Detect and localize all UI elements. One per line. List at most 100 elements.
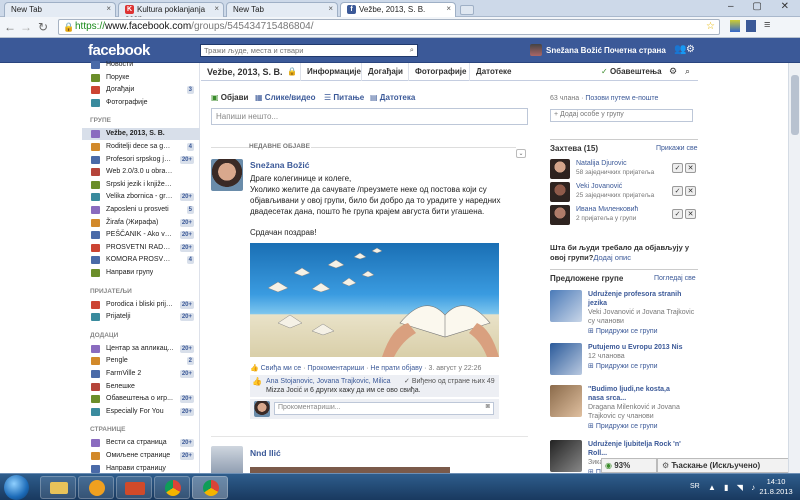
post-author-name[interactable]: Nnd Ilić	[250, 448, 281, 458]
sidebar-item[interactable]: Поруке	[82, 72, 200, 84]
chrome-taskbar-icon[interactable]	[154, 476, 190, 499]
request-avatar[interactable]	[550, 205, 570, 225]
friend-requests-icon[interactable]: 👥	[674, 44, 686, 55]
suggested-group-name[interactable]: Udruženje profesora stranih	[588, 290, 698, 299]
decline-button[interactable]: ✕	[685, 163, 696, 173]
show-all-link[interactable]: Прикажи све	[656, 145, 698, 152]
tray-icons[interactable]: ▲ ▮ ◥ ♪	[708, 483, 758, 492]
browser-tab[interactable]: KKultura poklanjanja ocen×	[118, 2, 224, 23]
tab-events[interactable]: Догађаји	[361, 63, 409, 81]
new-tab-button[interactable]	[460, 5, 474, 15]
facebook-logo[interactable]: facebook	[88, 42, 150, 59]
close-tab-icon[interactable]: ×	[106, 4, 111, 13]
sidebar-item[interactable]: Центар за апликац... 20+	[82, 343, 200, 355]
url-bar[interactable]: 🔒 https://www.facebook.com/groups/545434…	[58, 19, 720, 35]
sidebar-item[interactable]: Вести са страница 20+	[82, 437, 200, 449]
start-button[interactable]	[4, 475, 29, 500]
sidebar-item[interactable]: Profesori srpskog jez... 20+	[82, 154, 200, 166]
post-author-name[interactable]: Snežana Božić	[250, 160, 310, 170]
browser-tab[interactable]: New Tab ×	[226, 2, 338, 17]
tab-photos[interactable]: Фотографије	[408, 63, 472, 81]
like-link[interactable]: Свиђа ми се	[261, 365, 301, 372]
sidebar-item[interactable]: KOMORA PROSVETN... 4	[82, 254, 200, 266]
sidebar-item[interactable]: FarmVille 2 20+	[82, 368, 200, 380]
clock[interactable]: 14:10 21.8.2013	[756, 477, 796, 497]
request-avatar[interactable]	[550, 159, 570, 179]
sidebar-item[interactable]: Zaposleni u prosveti 5	[82, 204, 200, 216]
add-description-link[interactable]: Додај опис	[593, 253, 631, 262]
sidebar-item[interactable]: Догађаји 3	[82, 84, 200, 96]
forward-icon[interactable]: →	[20, 20, 32, 34]
chat-counter[interactable]: ◉ 93%	[601, 458, 657, 473]
approve-button[interactable]: ✓	[672, 209, 683, 219]
sidebar-item[interactable]: Направи групу	[82, 267, 200, 279]
unfollow-link[interactable]: Не прати објаву	[370, 365, 422, 372]
post-image[interactable]	[250, 243, 499, 357]
scrollbar[interactable]	[788, 63, 800, 473]
join-group-button[interactable]: ⊞ Придружи се групи	[588, 422, 698, 431]
sidebar-item[interactable]: Pengle 2	[82, 355, 200, 367]
tab-info[interactable]: Информације	[300, 63, 367, 81]
add-people-input[interactable]: + Додај особе у групу	[550, 109, 693, 122]
sidebar-item[interactable]: Фотографије	[82, 97, 200, 109]
decline-button[interactable]: ✕	[685, 209, 696, 219]
profile-link[interactable]: Snežana Božić	[546, 46, 602, 55]
sidebar-item[interactable]: Обавештења о игр... 20+	[82, 393, 200, 405]
post-timestamp[interactable]: 3. август у 22:26	[428, 365, 481, 372]
suggested-group-image[interactable]	[550, 385, 582, 417]
language-indicator[interactable]: SR	[690, 483, 700, 490]
suggested-group-image[interactable]	[550, 440, 582, 472]
browser-tab-active[interactable]: f Vežbe, 2013, S. B. ×	[340, 2, 456, 17]
request-name[interactable]: Natalija Djurovic	[576, 160, 627, 167]
suggested-group-name[interactable]: Udruženje ljubitelja Rock 'n'	[588, 440, 698, 449]
search-icon[interactable]: ⌕	[410, 45, 414, 55]
settings-icon[interactable]: ⚙	[686, 44, 695, 55]
back-icon[interactable]: ←	[4, 20, 16, 34]
sidebar-item[interactable]: Белешке	[82, 381, 200, 393]
browser-tab[interactable]: New Tab ×	[4, 2, 116, 17]
reload-icon[interactable]: ↻	[38, 20, 48, 34]
sidebar-item[interactable]: Roditelji dece sa gov... 4	[82, 141, 200, 153]
suggested-group-image[interactable]	[550, 290, 582, 322]
request-name[interactable]: Ивана Миленковић	[576, 206, 638, 213]
suggested-group-name[interactable]: Roll...	[588, 449, 698, 458]
notifications-button[interactable]: ✓ Обавештења	[601, 67, 662, 76]
sidebar-item[interactable]: Velika zbornica - gru... 20+	[82, 191, 200, 203]
approve-button[interactable]: ✓	[672, 186, 683, 196]
suggested-group-name[interactable]: jezika	[588, 299, 698, 308]
comment-link[interactable]: Прокоментариши	[307, 365, 364, 372]
invite-link[interactable]: Позови путем е-поште	[585, 95, 658, 102]
join-group-button[interactable]: ⊞ Придружи се групи	[588, 362, 698, 371]
app-taskbar-icon[interactable]	[78, 476, 114, 499]
avatar[interactable]	[530, 44, 542, 56]
decline-button[interactable]: ✕	[685, 186, 696, 196]
extension-icon[interactable]	[730, 20, 740, 32]
seen-by[interactable]: ✓ Виђено од стране њих 49	[404, 377, 495, 385]
post-author-avatar[interactable]	[211, 446, 243, 476]
group-title[interactable]: Vežbe, 2013, S. B.	[207, 67, 283, 77]
scrollbar-thumb[interactable]	[791, 75, 799, 135]
sidebar-item[interactable]: Новости	[82, 59, 200, 71]
sidebar-item[interactable]: Porodica i bliski prijat... 20+	[82, 299, 200, 311]
search-input[interactable]: Тражи људе, места и ствари ⌕	[200, 44, 418, 57]
sidebar-item[interactable]: PROSVETNI RADNIC... 20+	[82, 242, 200, 254]
gear-icon[interactable]: ⚙	[669, 66, 677, 77]
chevron-down-icon[interactable]: ⌄	[516, 149, 526, 158]
explorer-taskbar-icon[interactable]	[40, 476, 76, 499]
approve-button[interactable]: ✓	[672, 163, 683, 173]
sidebar-item[interactable]: PEŠČANIK - Ako vam... 20+	[82, 229, 200, 241]
join-group-button[interactable]: ⊞ Придружи се групи	[588, 327, 698, 336]
sidebar-item[interactable]: Web 2.0/3.0 u obrazovanju	[82, 166, 200, 178]
sidebar-item[interactable]: Especially For You 20+	[82, 406, 200, 418]
browser-taskbar-icon[interactable]	[192, 476, 228, 499]
request-avatar[interactable]	[550, 182, 570, 202]
menu-icon[interactable]: ≡	[764, 19, 770, 31]
suggested-group-name[interactable]: "Budimo ljudi,ne kosta,a	[588, 385, 698, 394]
see-all-link[interactable]: Погледај све	[654, 275, 696, 282]
sidebar-item[interactable]: Prijatelji 20+	[82, 311, 200, 323]
star-icon[interactable]: ☆	[706, 21, 715, 32]
composer-photo-tab[interactable]: ▦ Слике/видео	[255, 93, 316, 102]
sidebar-item[interactable]: Омиљене странице 20+	[82, 450, 200, 462]
suggested-group-image[interactable]	[550, 343, 582, 375]
tab-files[interactable]: Датотеке	[469, 63, 517, 81]
